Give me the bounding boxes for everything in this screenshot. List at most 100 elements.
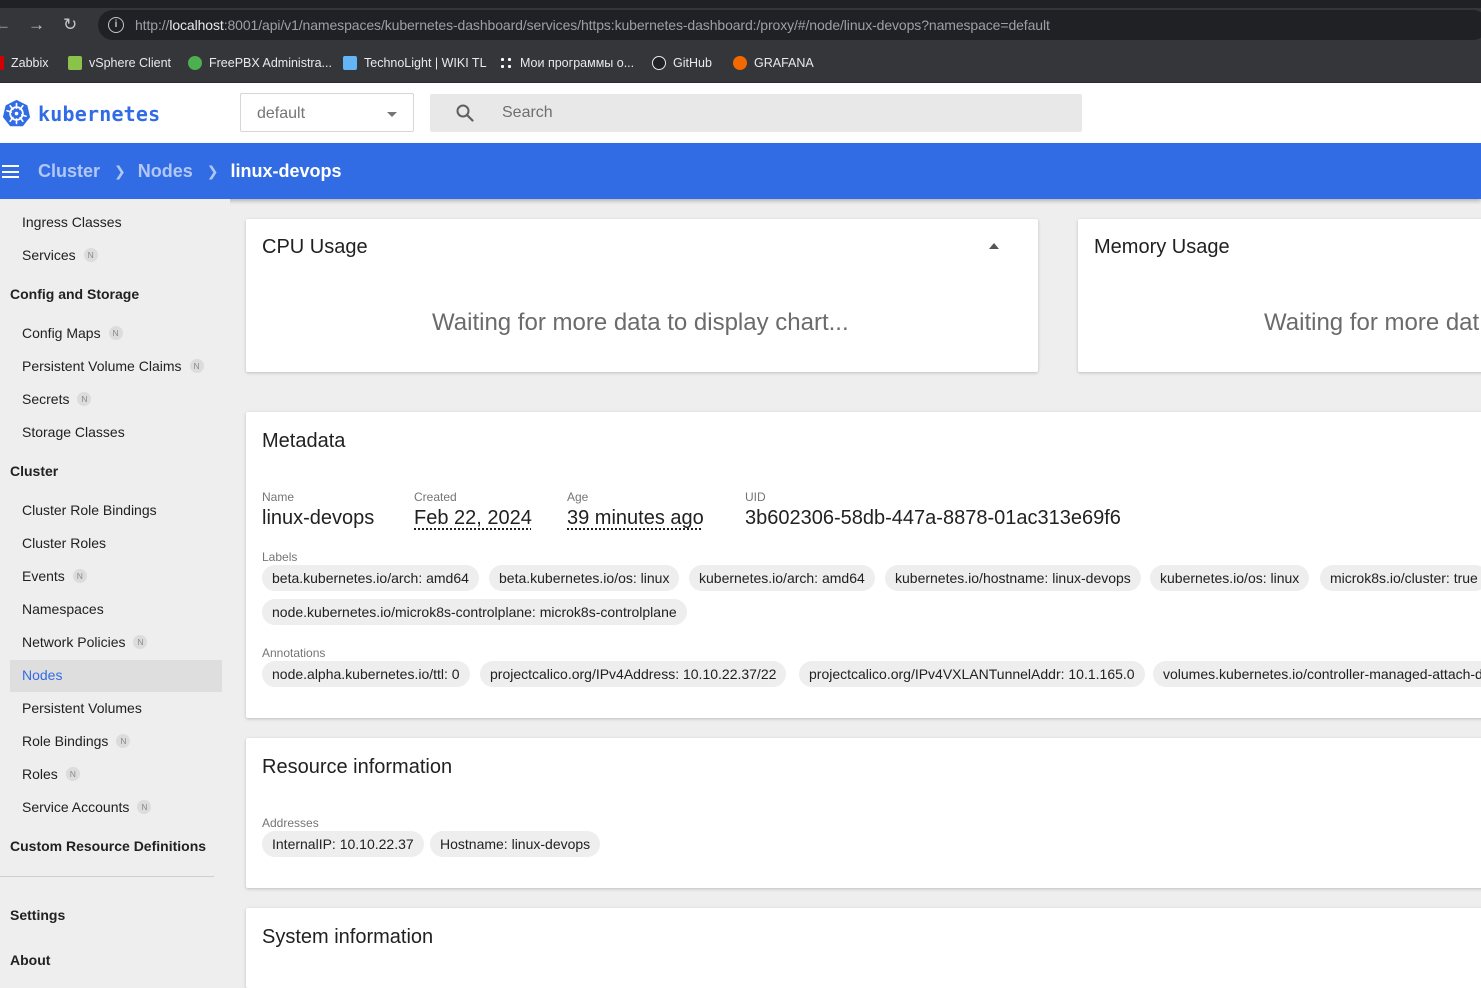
namespaced-badge: N [189, 359, 204, 373]
bookmarks-bar: Zabbix vSphere Client FreePBX Administra… [0, 42, 1481, 83]
annotation-chip: volumes.kubernetes.io/controller-managed… [1153, 661, 1481, 687]
vsphere-icon [68, 56, 82, 70]
search-input[interactable] [502, 100, 1062, 126]
label-chip: kubernetes.io/hostname: linux-devops [885, 565, 1141, 591]
resource-title: Resource information [262, 756, 453, 778]
age-value[interactable]: 39 minutes ago [567, 507, 704, 530]
memory-waiting-message: Waiting for more dat [1264, 309, 1480, 336]
sidebar-item-storage-classes[interactable]: Storage Classes [22, 424, 125, 440]
sidebar-group-cluster[interactable]: Cluster [10, 463, 58, 479]
breadcrumb: Cluster ❯ Nodes ❯ linux-devops [38, 161, 342, 182]
namespace-value: default [257, 105, 306, 122]
annotation-chip: projectcalico.org/IPv4Address: 10.10.22.… [480, 661, 787, 687]
back-icon[interactable]: ← [0, 16, 11, 34]
uid-label: UID [745, 490, 766, 504]
apps-grid-icon [499, 56, 513, 70]
collapse-icon[interactable] [989, 243, 999, 249]
annotation-chip: node.alpha.kubernetes.io/ttl: 0 [262, 661, 470, 687]
bookmark-zabbix[interactable]: Zabbix [0, 54, 49, 72]
namespaced-badge: N [116, 734, 131, 748]
sidebar-item-config-maps[interactable]: Config Maps N [22, 325, 123, 341]
sidebar-item-network-policies[interactable]: Network Policies N [22, 634, 148, 650]
breadcrumb-cluster[interactable]: Cluster [38, 161, 100, 182]
metadata-title: Metadata [262, 430, 346, 452]
reload-icon[interactable]: ↻ [63, 16, 77, 34]
bookmark-apps[interactable]: Мои программы о... [499, 54, 634, 72]
system-information-card: System information [246, 908, 1481, 988]
sidebar-item-cluster-roles[interactable]: Cluster Roles [22, 535, 106, 551]
bookmark-github[interactable]: GitHub [652, 54, 712, 72]
browser-toolbar: ← → ↻ i http://localhost:8001/api/v1/nam… [0, 0, 1481, 42]
sidebar-item-ingress-classes[interactable]: Ingress Classes [22, 214, 122, 230]
memory-usage-card: Memory Usage Waiting for more dat [1078, 219, 1481, 372]
name-label: Name [262, 490, 295, 504]
sidebar-item-cluster-role-bindings[interactable]: Cluster Role Bindings [22, 502, 157, 518]
freepbx-icon [188, 56, 202, 70]
sidebar-item-role-bindings[interactable]: Role Bindings N [22, 733, 131, 749]
uid-value: 3b602306-58db-447a-8878-01ac313e69f6 [745, 507, 1121, 529]
sidebar: Ingress Classes Services N Config and Sto… [0, 199, 230, 970]
sidebar-item-nodes[interactable]: Nodes [22, 667, 62, 683]
labels-label: Labels [262, 550, 298, 564]
sidebar-item-pvc[interactable]: Persistent Volume Claims N [22, 358, 204, 374]
action-bar: Cluster ❯ Nodes ❯ linux-devops [0, 143, 1481, 199]
sidebar-item-about[interactable]: About [10, 952, 50, 968]
app-toolbar: kubernetes default [0, 83, 1481, 143]
address-bar[interactable]: i http://localhost:8001/api/v1/namespace… [98, 10, 1481, 40]
sidebar-item-settings[interactable]: Settings [10, 907, 65, 923]
cpu-usage-card: CPU Usage Waiting for more data to displ… [246, 219, 1038, 372]
sidebar-group-config[interactable]: Config and Storage [10, 286, 139, 302]
resource-information-card: Resource information Addresses InternalI… [246, 738, 1481, 888]
chevron-right-icon: ❯ [206, 163, 219, 179]
annotations-label: Annotations [262, 646, 326, 660]
created-value[interactable]: Feb 22, 2024 [414, 507, 532, 530]
name-value: linux-devops [262, 507, 375, 529]
breadcrumb-nodes[interactable]: Nodes [138, 161, 193, 182]
dropdown-caret-icon [387, 112, 397, 117]
sidebar-item-services[interactable]: Services N [22, 247, 98, 263]
namespace-select[interactable]: default [240, 93, 414, 132]
site-info-icon[interactable]: i [108, 17, 124, 33]
sidebar-item-namespaces[interactable]: Namespaces [22, 601, 104, 617]
namespaced-badge: N [108, 326, 123, 340]
label-chip: kubernetes.io/os: linux [1150, 565, 1310, 591]
cpu-card-title: CPU Usage [262, 236, 368, 258]
bookmark-grafana[interactable]: GRAFANA [733, 54, 814, 72]
created-label: Created [414, 490, 457, 504]
namespaced-badge: N [83, 248, 98, 262]
sidebar-item-persistent-volumes[interactable]: Persistent Volumes [22, 700, 142, 716]
address-chip: Hostname: linux-devops [430, 831, 601, 857]
label-chip: beta.kubernetes.io/arch: amd64 [262, 565, 479, 591]
bookmark-technolight[interactable]: TechnoLight | WIKI TL [343, 54, 487, 72]
bookmark-vsphere[interactable]: vSphere Client [68, 54, 171, 72]
url-text[interactable]: http://localhost:8001/api/v1/namespaces/… [135, 17, 1050, 33]
namespaced-badge: N [133, 635, 148, 649]
sidebar-item-secrets[interactable]: Secrets N [22, 391, 92, 407]
chevron-right-icon: ❯ [114, 163, 126, 179]
menu-icon[interactable] [2, 165, 19, 178]
label-chip: kubernetes.io/arch: amd64 [689, 565, 875, 591]
annotation-chip: projectcalico.org/IPv4VXLANTunnelAddr: 1… [799, 661, 1145, 687]
zabbix-icon [0, 56, 4, 70]
sidebar-item-service-accounts[interactable]: Service Accounts N [22, 799, 152, 815]
forward-icon[interactable]: → [28, 16, 45, 34]
label-chip: microk8s.io/cluster: true [1320, 565, 1481, 591]
namespaced-badge: N [72, 569, 87, 583]
bookmark-freepbx[interactable]: FreePBX Administra... [188, 54, 332, 72]
github-icon [652, 56, 666, 70]
grafana-icon [733, 56, 747, 70]
search-icon [456, 104, 474, 122]
label-chip: beta.kubernetes.io/os: linux [489, 565, 680, 591]
sidebar-item-events[interactable]: Events N [22, 568, 87, 584]
kubernetes-logo[interactable]: kubernetes [2, 99, 160, 128]
address-chip: InternalIP: 10.10.22.37 [262, 831, 424, 857]
namespaced-badge: N [65, 767, 80, 781]
cpu-waiting-message: Waiting for more data to display chart..… [432, 309, 849, 336]
sidebar-item-roles[interactable]: Roles N [22, 766, 80, 782]
addresses-label: Addresses [262, 816, 319, 830]
system-title: System information [262, 926, 434, 948]
kubernetes-wheel-icon [2, 99, 31, 127]
search-box[interactable] [430, 94, 1082, 132]
sidebar-item-crd[interactable]: Custom Resource Definitions [10, 838, 206, 854]
sidebar-divider [0, 876, 214, 877]
